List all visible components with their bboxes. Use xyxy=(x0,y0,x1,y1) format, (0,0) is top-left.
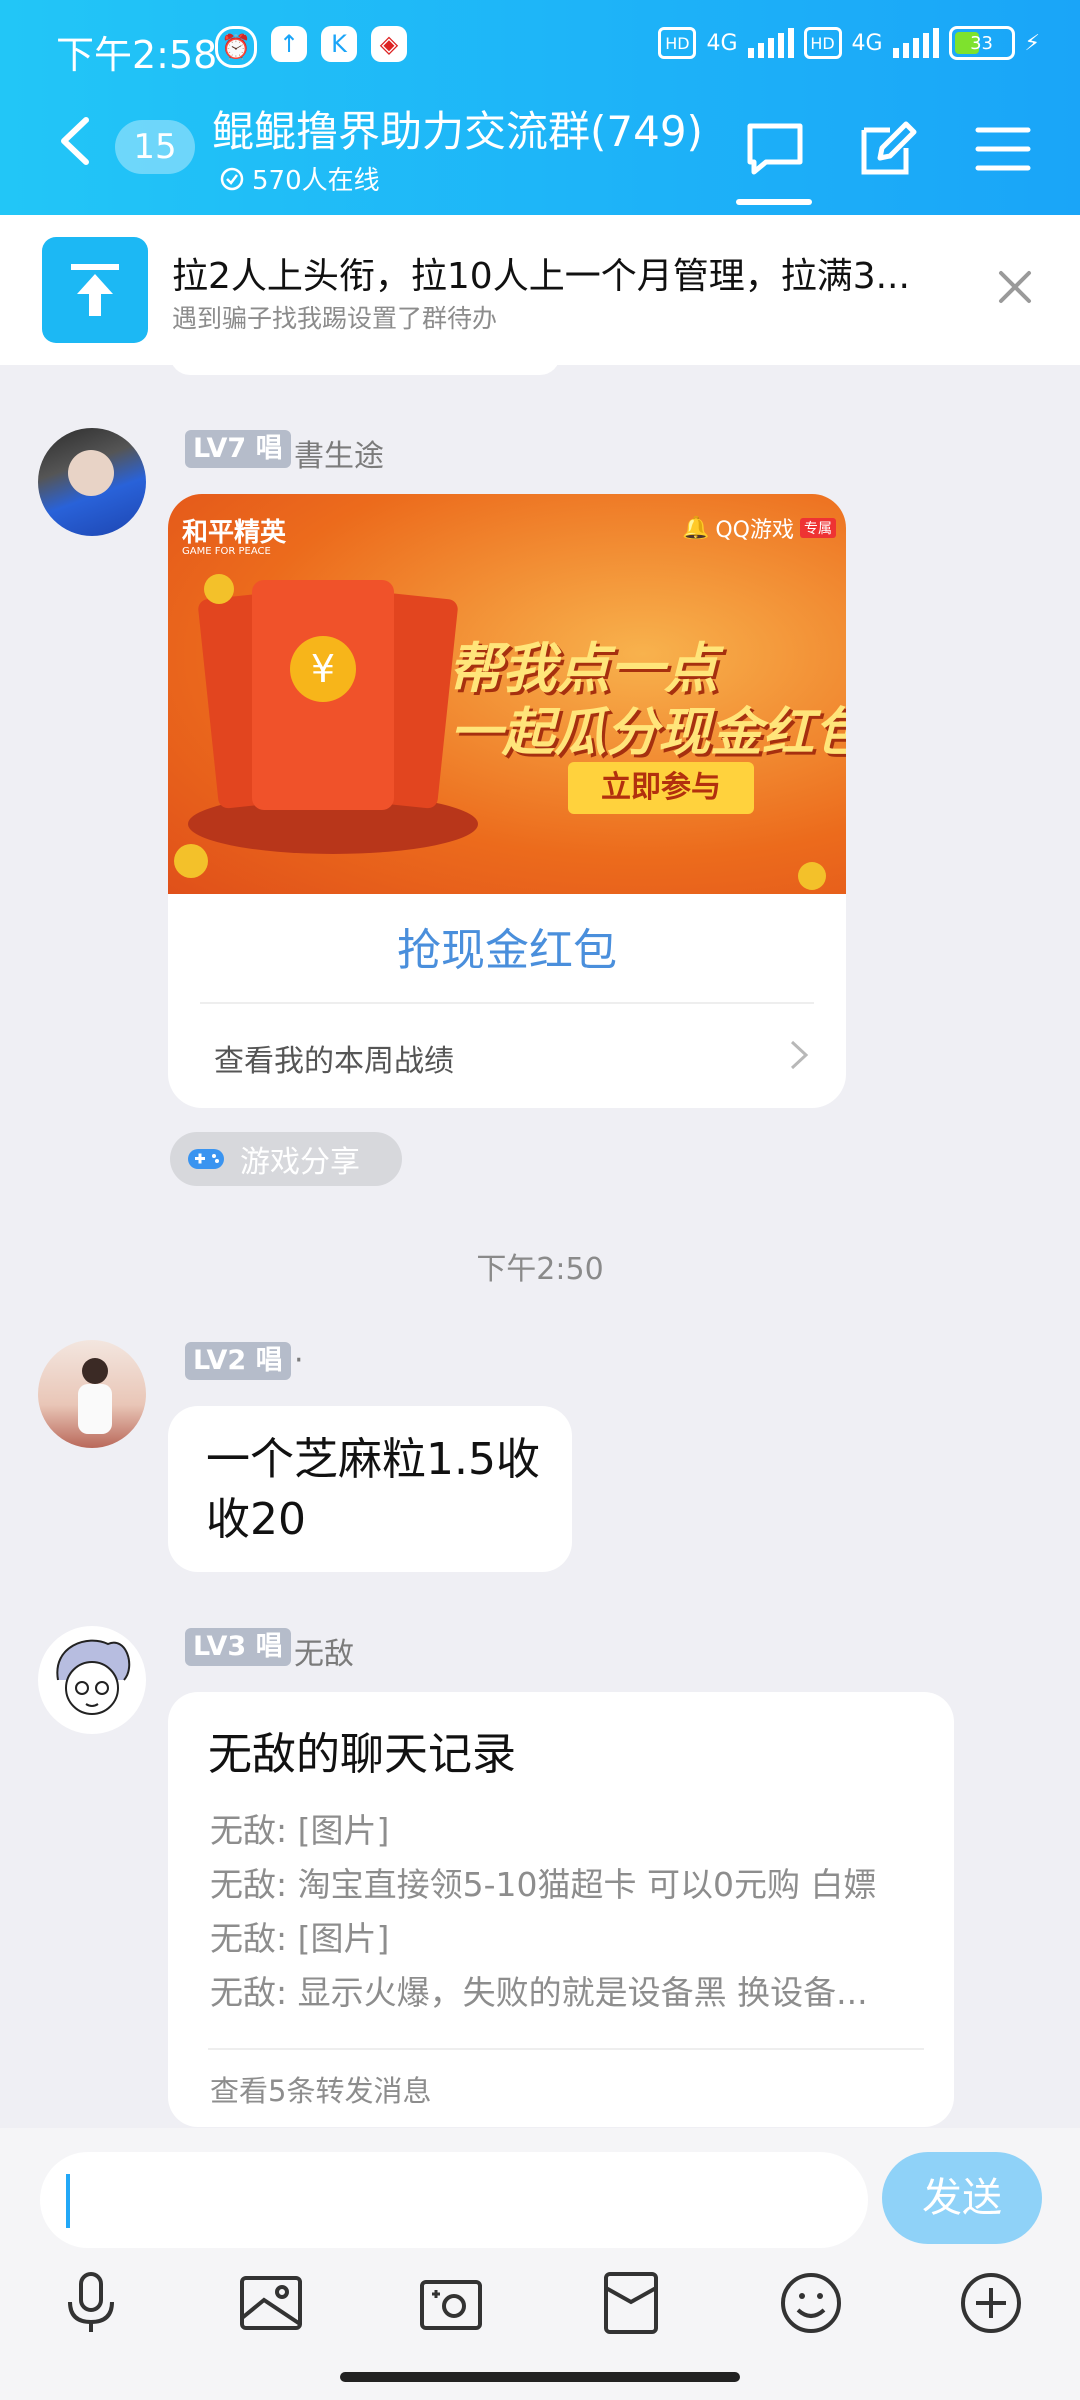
camera-icon[interactable] xyxy=(416,2268,486,2338)
input-area: 发送 xyxy=(0,2128,1080,2400)
forward-line: 无敌: 淘宝直接领5-10猫超卡 可以0元购 白嫖 xyxy=(210,1865,877,1904)
qq-icon: 🔔 xyxy=(681,515,710,541)
alarm-icon: ⏰ xyxy=(215,26,257,68)
forwarded-chat-card[interactable]: 无敌的聊天记录 无敌: [图片] 无敌: 淘宝直接领5-10猫超卡 可以0元购 … xyxy=(168,1692,954,2127)
app-game-icon: ◈ xyxy=(371,26,407,62)
app-k-icon: K xyxy=(321,26,357,62)
charging-icon: ⚡ xyxy=(1024,30,1040,56)
edit-icon[interactable] xyxy=(856,118,918,180)
level-badge: LV2 唱 xyxy=(185,1342,291,1380)
active-tab-indicator xyxy=(736,199,812,205)
avatar[interactable] xyxy=(38,1340,146,1448)
battery-level: 33 xyxy=(970,32,993,54)
text-cursor xyxy=(66,2174,70,2228)
message-text: 一个芝麻粒1.5收收20 xyxy=(206,1434,540,1545)
image-icon[interactable] xyxy=(236,2268,306,2338)
banner-headline-2: 一起瓜分现金红包 xyxy=(450,703,846,763)
message-input[interactable] xyxy=(40,2152,868,2248)
avatar[interactable] xyxy=(38,428,146,536)
avatar[interactable] xyxy=(38,1626,146,1734)
plus-icon[interactable] xyxy=(956,2268,1026,2338)
join-now-button[interactable]: 立即参与 xyxy=(568,762,754,814)
network-type-2: 4G xyxy=(851,30,883,56)
gamepad-icon xyxy=(188,1149,224,1169)
view-forwarded-link[interactable]: 查看5条转发消息 xyxy=(210,2068,431,2110)
nav-bar: 15 鲲鲲撸界助力交流群(749) 570人在线 xyxy=(0,90,1080,215)
chat-bubble-icon[interactable] xyxy=(744,118,806,180)
signal-icon-2 xyxy=(892,28,939,58)
home-indicator[interactable] xyxy=(340,2372,740,2382)
game-share-card[interactable]: 和平精英 GAME FOR PEACE 🔔 QQ游戏 专属 ¥ 帮我点一点 一起… xyxy=(168,494,846,1108)
role-text: 唱 xyxy=(255,1631,283,1662)
platform-tag: 专属 xyxy=(800,518,836,538)
status-right: HD 4G HD 4G 33 ⚡ xyxy=(658,26,1040,60)
upload-icon: ↑ xyxy=(271,26,307,62)
role-text: 唱 xyxy=(255,1345,283,1376)
coin-icon xyxy=(174,844,208,878)
close-icon[interactable] xyxy=(995,267,1035,307)
sender-name[interactable]: 无敌 xyxy=(294,1629,354,1673)
game-share-tag[interactable]: 游戏分享 xyxy=(170,1132,402,1186)
header: 下午2:58 ⏰ ↑ K ◈ HD 4G HD 4G 33 ⚡ 15 鲲鲲撸界助… xyxy=(0,0,1080,215)
status-bar: 下午2:58 ⏰ ↑ K ◈ HD 4G HD 4G 33 ⚡ xyxy=(0,0,1080,90)
sender-name[interactable]: 書生途 xyxy=(294,431,384,475)
forward-line: 无敌: [图片] xyxy=(210,1811,390,1850)
send-button[interactable]: 发送 xyxy=(882,2152,1042,2244)
level-text: LV3 xyxy=(193,1631,247,1662)
notice-subtitle: 遇到骗子找我踢设置了群待办 xyxy=(172,304,498,333)
coin-icon xyxy=(798,862,826,890)
time-separator: 下午2:50 xyxy=(476,1252,604,1287)
signal-icon xyxy=(747,28,794,58)
status-app-icons: ⏰ ↑ K ◈ xyxy=(215,26,407,68)
divider xyxy=(208,2048,924,2050)
battery-icon: 33 xyxy=(948,26,1015,60)
check-circle-icon xyxy=(220,167,244,190)
role-text: 唱 xyxy=(255,433,283,464)
red-packet-icon[interactable] xyxy=(596,2268,666,2338)
level-badge: LV7 唱 xyxy=(185,430,291,468)
game-brand: 和平精英 xyxy=(182,518,287,548)
sender-name[interactable]: · xyxy=(294,1343,304,1378)
forward-title: 无敌的聊天记录 xyxy=(208,1729,516,1780)
status-time: 下午2:58 xyxy=(56,33,218,77)
network-type-1: 4G xyxy=(706,30,738,56)
hd-icon: HD xyxy=(658,27,697,59)
forward-line: 无敌: 显示火爆，失败的就是设备黑 换设备... xyxy=(210,1973,868,2012)
unread-badge[interactable]: 15 xyxy=(115,120,195,174)
pin-top-icon xyxy=(42,237,148,343)
online-count: 570人在线 xyxy=(252,166,380,196)
platform-label: 🔔 QQ游戏 专属 xyxy=(682,512,836,544)
chevron-right-icon xyxy=(790,1040,809,1070)
coin-icon xyxy=(204,574,234,604)
forward-line: 无敌: [图片] xyxy=(210,1919,390,1958)
back-arrow-icon[interactable] xyxy=(56,116,96,166)
divider xyxy=(200,1002,814,1004)
card-title[interactable]: 抢现金红包 xyxy=(168,914,846,978)
previous-message-bubble[interactable] xyxy=(170,355,560,375)
red-envelope-icon: ¥ xyxy=(252,580,394,810)
notice-title: 拉2人上头衔，拉10人上一个月管理，拉满3... xyxy=(172,256,910,297)
platform-name: QQ游戏 xyxy=(715,518,794,543)
menu-icon[interactable] xyxy=(972,118,1034,180)
weekly-stats-link[interactable]: 查看我的本周战绩 xyxy=(214,1036,454,1080)
hd-icon-2: HD xyxy=(803,27,842,59)
tag-label: 游戏分享 xyxy=(240,1145,360,1180)
emoji-icon[interactable] xyxy=(776,2268,846,2338)
microphone-icon[interactable] xyxy=(56,2268,126,2338)
text-message-bubble[interactable]: 一个芝麻粒1.5收收20 xyxy=(168,1406,572,1572)
game-banner[interactable]: 和平精英 GAME FOR PEACE 🔔 QQ游戏 专属 ¥ 帮我点一点 一起… xyxy=(168,494,846,894)
group-title[interactable]: 鲲鲲撸界助力交流群(749) xyxy=(212,98,703,159)
group-notice[interactable]: 拉2人上头衔，拉10人上一个月管理，拉满3... 遇到骗子找我踢设置了群待办 xyxy=(0,215,1080,365)
level-text: LV7 xyxy=(193,433,247,464)
level-text: LV2 xyxy=(193,1345,247,1376)
level-badge: LV3 唱 xyxy=(185,1628,291,1666)
game-brand-sub: GAME FOR PEACE xyxy=(182,546,271,557)
online-status[interactable]: 570人在线 xyxy=(220,160,380,197)
